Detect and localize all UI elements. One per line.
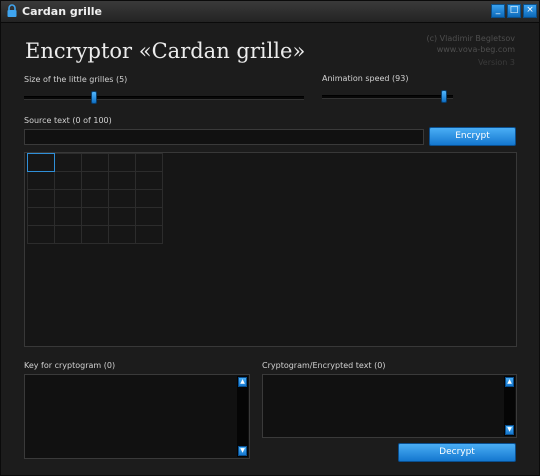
grille-size-track[interactable] [24, 96, 304, 100]
key-scrollbar[interactable]: ▲ ▼ [237, 376, 248, 457]
grille-cell[interactable] [81, 171, 109, 190]
grille-cell-active[interactable] [27, 153, 55, 172]
grille-cell[interactable] [54, 189, 82, 208]
grille-size-label: Size of the little grilles (5) [24, 75, 128, 84]
grille-cell[interactable] [108, 189, 136, 208]
grille-cell[interactable] [108, 171, 136, 190]
title-bar[interactable]: Cardan grille _ □ × [1, 1, 539, 23]
grille-cell[interactable] [81, 153, 109, 172]
grille-size-thumb[interactable] [91, 91, 97, 104]
grille-canvas[interactable] [24, 152, 517, 347]
decrypt-button[interactable]: Decrypt [398, 443, 516, 462]
grille-cell[interactable] [54, 207, 82, 226]
author-credit: (c) Vladimir Begletsov [426, 34, 516, 43]
grille-cell[interactable] [135, 171, 163, 190]
grille-grid[interactable] [27, 153, 163, 244]
grille-cell[interactable] [27, 225, 55, 244]
source-text-input[interactable] [24, 129, 424, 145]
window-title: Cardan grille [22, 5, 102, 18]
app-window: Cardan grille _ □ × Encryptor «Cardan gr… [0, 0, 540, 476]
grille-cell[interactable] [27, 171, 55, 190]
grille-cell[interactable] [54, 153, 82, 172]
grille-cell[interactable] [81, 207, 109, 226]
key-textarea[interactable]: ▲ ▼ [24, 374, 250, 459]
scroll-up-icon[interactable]: ▲ [238, 377, 247, 387]
scroll-up-icon[interactable]: ▲ [505, 377, 514, 387]
grille-cell[interactable] [108, 153, 136, 172]
grille-cell[interactable] [135, 207, 163, 226]
grille-cell[interactable] [81, 225, 109, 244]
grille-cell[interactable] [81, 189, 109, 208]
grille-cell[interactable] [135, 153, 163, 172]
cryptogram-textarea[interactable]: ▲ ▼ [262, 374, 517, 438]
close-button[interactable]: × [523, 4, 537, 18]
animation-speed-label: Animation speed (93) [322, 74, 409, 83]
grille-cell[interactable] [54, 225, 82, 244]
animation-speed-track[interactable] [322, 95, 453, 99]
grille-cell[interactable] [135, 225, 163, 244]
animation-speed-thumb[interactable] [440, 90, 447, 103]
scroll-down-icon[interactable]: ▼ [238, 446, 247, 456]
grille-cell[interactable] [108, 225, 136, 244]
grille-cell[interactable] [108, 207, 136, 226]
grille-cell[interactable] [54, 171, 82, 190]
cryptogram-scrollbar[interactable]: ▲ ▼ [504, 376, 515, 436]
version-label: Version 3 [477, 58, 515, 67]
maximize-button[interactable]: □ [507, 4, 521, 18]
cryptogram-label: Cryptogram/Encrypted text (0) [262, 361, 386, 370]
source-text-label: Source text (0 of 100) [24, 116, 112, 125]
key-label: Key for cryptogram (0) [24, 361, 116, 370]
padlock-icon [7, 4, 17, 17]
website-credit: www.vova-beg.com [436, 45, 515, 54]
encrypt-button[interactable]: Encrypt [429, 127, 516, 146]
minimize-button[interactable]: _ [491, 4, 505, 18]
grille-cell[interactable] [27, 189, 55, 208]
scroll-down-icon[interactable]: ▼ [505, 425, 514, 435]
grille-cell[interactable] [27, 207, 55, 226]
page-title: Encryptor «Cardan grille» [25, 39, 306, 63]
grille-cell[interactable] [135, 189, 163, 208]
